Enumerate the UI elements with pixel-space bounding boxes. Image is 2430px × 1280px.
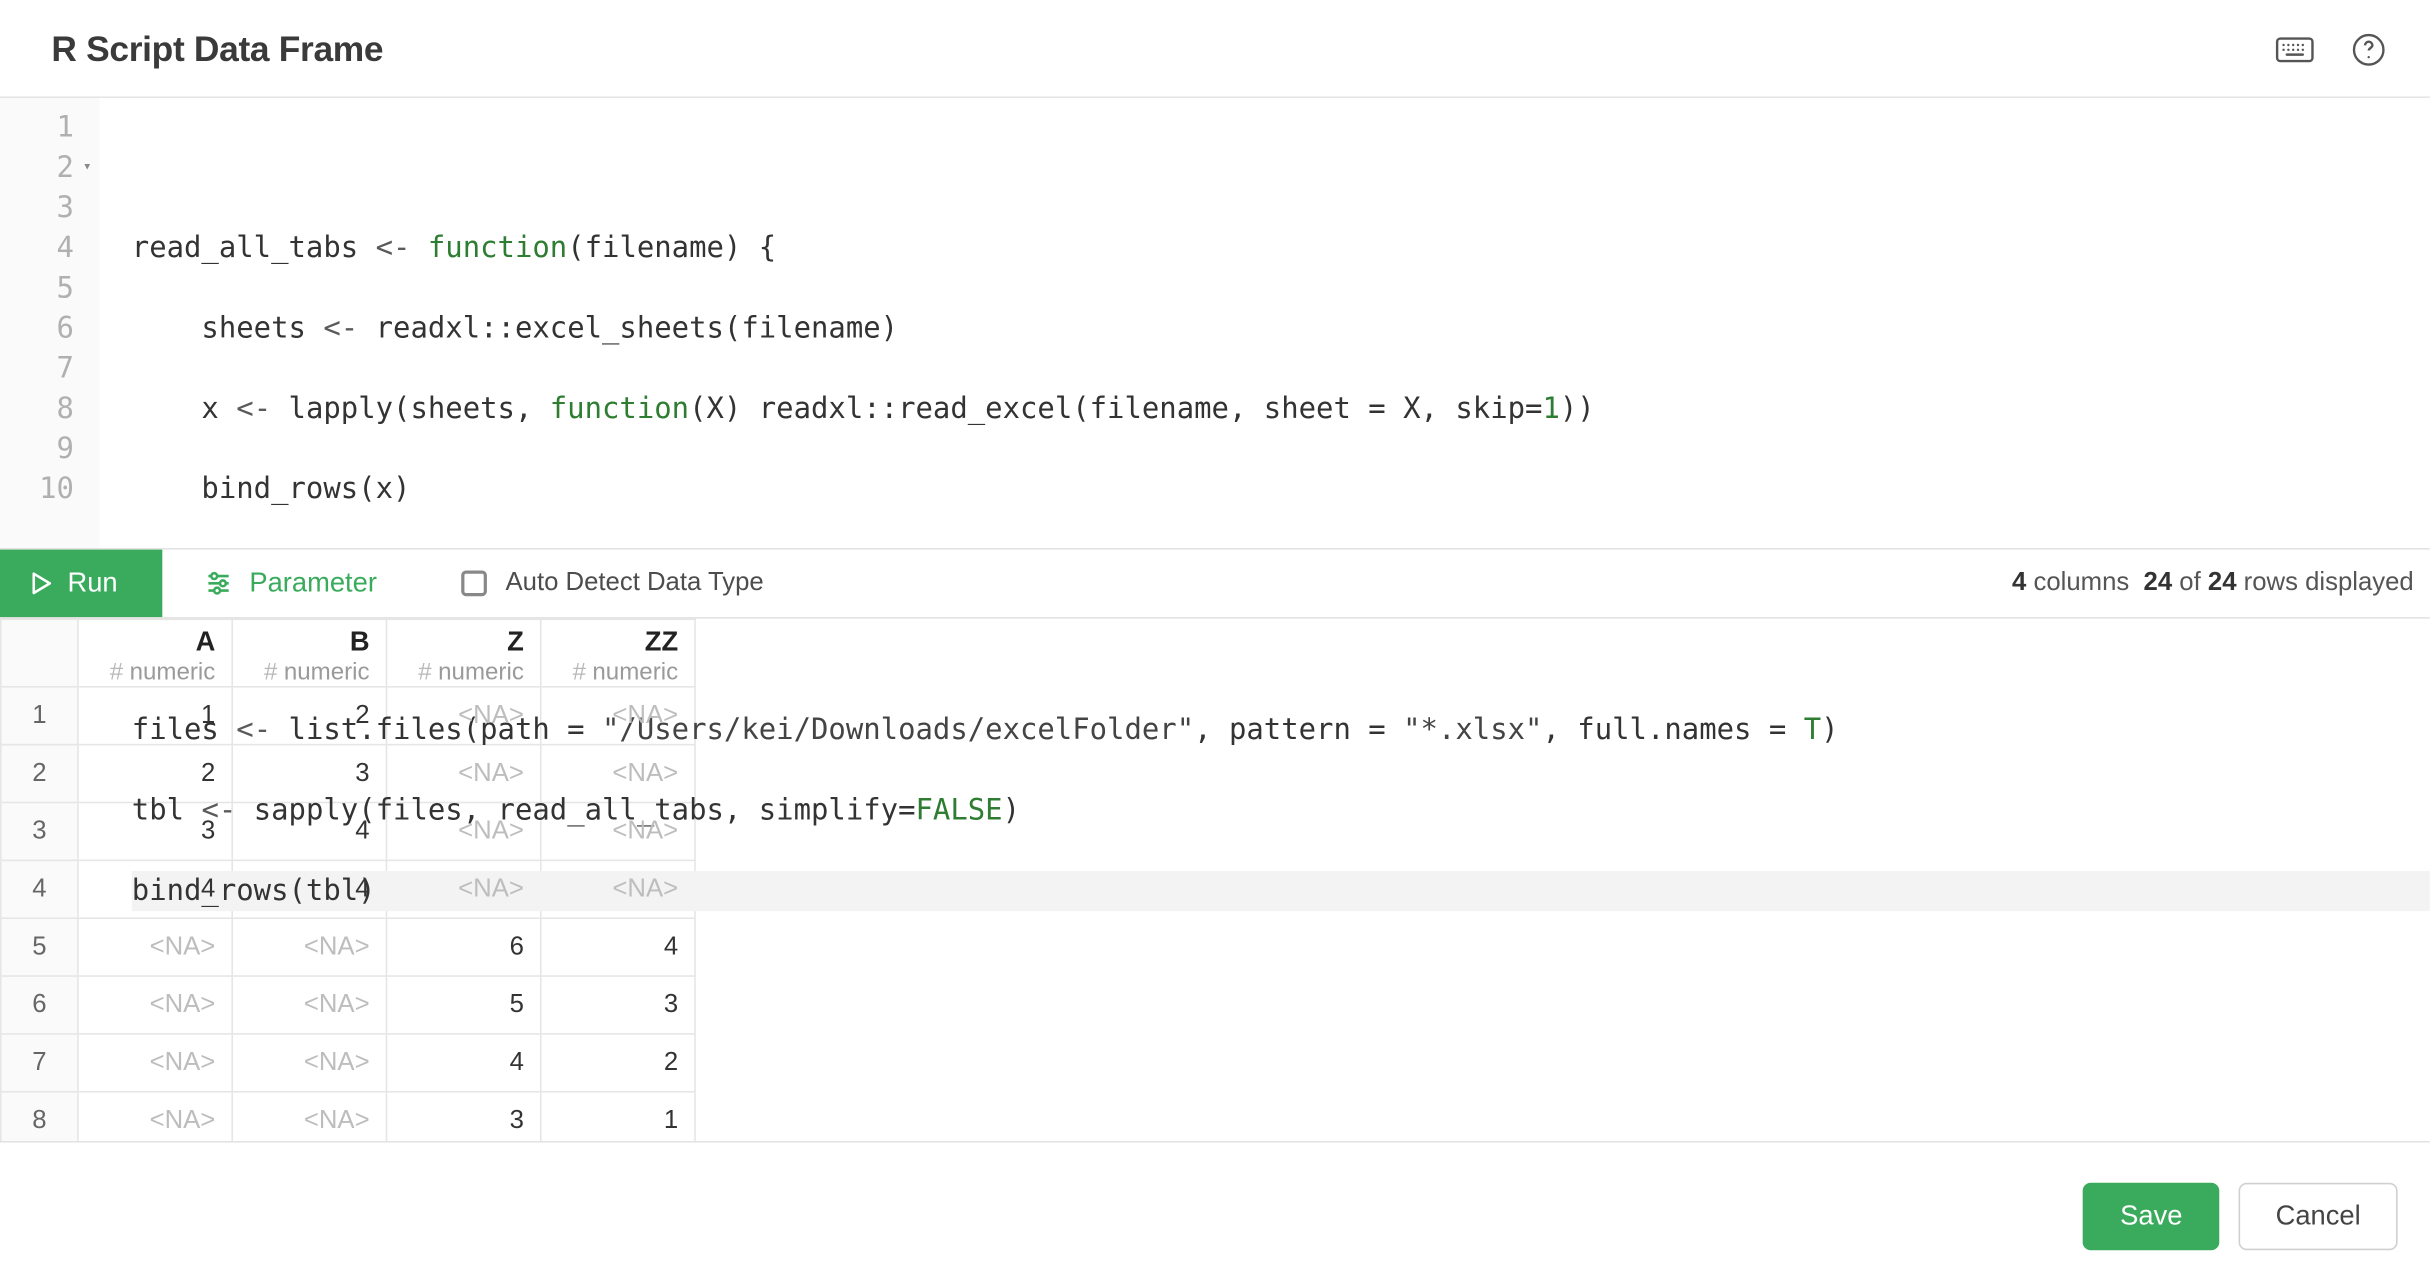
keyboard-icon[interactable] bbox=[2276, 31, 2315, 70]
footer: Save Cancel bbox=[2083, 1183, 2397, 1250]
header-bar: R Script Data Frame bbox=[0, 0, 2430, 98]
row-number: 8 bbox=[1, 1092, 78, 1143]
sliders-icon bbox=[204, 569, 233, 598]
help-icon[interactable] bbox=[2349, 31, 2388, 70]
row-number: 5 bbox=[1, 918, 78, 976]
editor-gutter: 1 2▾ 3 4 5 6 7 8 9 10 bbox=[0, 98, 100, 548]
cancel-button[interactable]: Cancel bbox=[2239, 1183, 2398, 1250]
cell[interactable]: 4 bbox=[386, 1034, 540, 1092]
parameter-button[interactable]: Parameter bbox=[163, 550, 419, 617]
cell[interactable]: 1 bbox=[541, 1092, 695, 1143]
cell[interactable]: 2 bbox=[541, 1034, 695, 1092]
play-icon bbox=[29, 570, 55, 596]
editor-content[interactable]: read_all_tabs <- function(filename) { sh… bbox=[100, 98, 2430, 548]
cell[interactable]: 3 bbox=[386, 1092, 540, 1143]
auto-detect-label: Auto Detect Data Type bbox=[506, 569, 764, 598]
code-editor[interactable]: 1 2▾ 3 4 5 6 7 8 9 10 read_all_tabs <- f… bbox=[0, 98, 2430, 548]
cell[interactable]: <NA> bbox=[232, 1034, 386, 1092]
table-row: 8<NA><NA>31 bbox=[1, 1092, 695, 1143]
grid-corner bbox=[1, 619, 78, 686]
row-number: 3 bbox=[1, 803, 78, 861]
status-text: 4 columns 24 of 24 rows displayed bbox=[2012, 569, 2430, 598]
row-number: 6 bbox=[1, 976, 78, 1034]
cell[interactable]: <NA> bbox=[78, 1092, 232, 1143]
cell[interactable]: <NA> bbox=[78, 1034, 232, 1092]
auto-detect-checkbox[interactable]: Auto Detect Data Type bbox=[419, 569, 806, 598]
run-label: Run bbox=[67, 567, 117, 599]
row-number: 1 bbox=[1, 687, 78, 745]
parameter-label: Parameter bbox=[249, 567, 377, 599]
run-button[interactable]: Run bbox=[0, 550, 163, 617]
row-number: 7 bbox=[1, 1034, 78, 1092]
checkbox-icon bbox=[461, 570, 487, 596]
cell[interactable]: <NA> bbox=[232, 1092, 386, 1143]
header-icons bbox=[2276, 31, 2388, 70]
save-button[interactable]: Save bbox=[2083, 1183, 2219, 1250]
row-number: 2 bbox=[1, 745, 78, 803]
table-row: 7<NA><NA>42 bbox=[1, 1034, 695, 1092]
fold-icon[interactable]: ▾ bbox=[83, 148, 92, 188]
page-title: R Script Data Frame bbox=[51, 29, 383, 71]
row-number: 4 bbox=[1, 861, 78, 919]
